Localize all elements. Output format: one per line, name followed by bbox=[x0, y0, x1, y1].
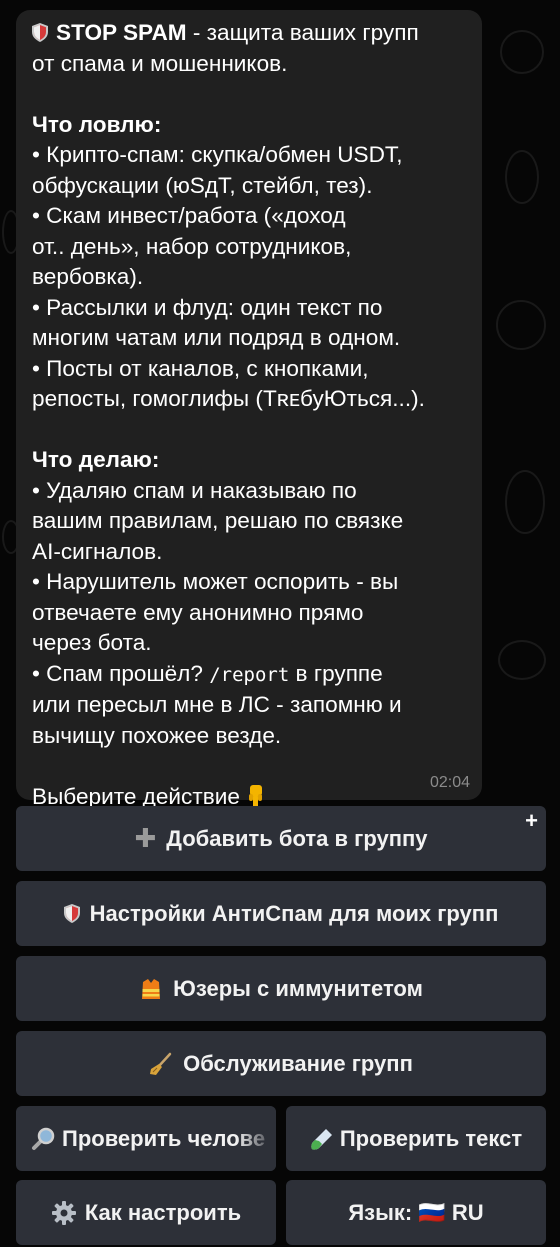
magnifier-icon bbox=[32, 1127, 55, 1150]
bot-name: STOP SPAM bbox=[56, 20, 187, 45]
antispam-settings-label: Настройки АнтиСпам для моих групп bbox=[89, 900, 499, 926]
catch-line: • Рассылки и флуд: один текст по bbox=[32, 294, 383, 320]
shield-icon bbox=[32, 23, 48, 42]
add-bot-label: Добавить бота в группу bbox=[166, 825, 428, 851]
catch-line: от.. день», набор сотрудников, bbox=[32, 233, 352, 259]
bot-message-bubble: STOP SPAM - защита ваших групп от спама … bbox=[16, 10, 482, 809]
background-doodle bbox=[500, 30, 544, 74]
catch-line: • Посты от каналов, с кнопками, bbox=[32, 355, 369, 381]
catch-line: репосты, гомоглифы (TʀᴇбуЮться...). bbox=[32, 386, 425, 411]
broom-icon bbox=[150, 1052, 172, 1075]
group-maintenance-label: Обслуживание групп bbox=[183, 1050, 413, 1076]
check-user-button[interactable]: Проверить челове bbox=[16, 1106, 276, 1171]
check-text-button[interactable]: Проверить текст bbox=[286, 1106, 546, 1171]
do-line: • Спам прошёл? bbox=[32, 660, 210, 686]
do-line: вычищу похожее везде. bbox=[32, 722, 282, 748]
how-to-setup-label: Как настроить bbox=[84, 1199, 242, 1225]
shield-icon bbox=[63, 904, 80, 923]
catch-line: обфускации (юSдT, стейбл, тез). bbox=[32, 172, 373, 198]
check-user-label: Проверить челове bbox=[62, 1125, 266, 1151]
background-doodle bbox=[505, 150, 539, 204]
external-action-icon: + bbox=[525, 808, 538, 833]
do-line: или пересыл мне в ЛС - запомню и bbox=[32, 692, 402, 717]
catch-line: • Скам инвест/работа («доход bbox=[32, 203, 346, 228]
language-button[interactable]: Язык: 🇷🇺 RU bbox=[286, 1180, 546, 1245]
choose-action-text: Выберите действие bbox=[32, 783, 240, 809]
safety-vest-icon bbox=[142, 978, 161, 999]
add-bot-to-group-button[interactable]: ✚ Добавить бота в группу + bbox=[16, 806, 546, 871]
pointing-down-icon bbox=[248, 784, 262, 809]
immune-users-button[interactable]: Юзеры с иммунитетом bbox=[16, 956, 546, 1021]
catch-line: многим чатам или подряд в одном. bbox=[32, 325, 401, 350]
header-line-2: от спама и мошенников. bbox=[32, 50, 288, 76]
test-tube-icon bbox=[311, 1128, 332, 1150]
section-title-catch: Что ловлю: bbox=[32, 111, 162, 137]
do-line: • Нарушитель может оспорить - вы bbox=[32, 569, 399, 594]
message-time: 02:04 bbox=[429, 774, 470, 791]
group-maintenance-button[interactable]: Обслуживание групп bbox=[16, 1031, 546, 1096]
section-title-do: Что делаю: bbox=[32, 447, 160, 472]
check-text-label: Проверить текст bbox=[339, 1125, 523, 1151]
plus-icon: ✚ bbox=[134, 823, 157, 853]
background-doodle bbox=[496, 300, 546, 350]
do-line: отвечаете ему анонимно прямо bbox=[32, 599, 364, 625]
message-text: STOP SPAM - защита ваших групп от спама … bbox=[32, 18, 468, 812]
antispam-settings-button[interactable]: Настройки АнтиСпам для моих групп bbox=[16, 881, 546, 946]
language-label: Язык: 🇷🇺 RU bbox=[348, 1199, 484, 1225]
immune-users-label: Юзеры с иммунитетом bbox=[173, 975, 423, 1001]
do-line: вашим правилам, решаю по связке bbox=[32, 508, 404, 533]
background-doodle bbox=[498, 640, 546, 680]
background-doodle bbox=[505, 470, 545, 534]
do-line: • Удаляю спам и наказываю по bbox=[32, 477, 357, 503]
report-command[interactable]: /report bbox=[209, 664, 289, 686]
do-line: AI-сигналов. bbox=[32, 538, 163, 564]
header-text: - защита ваших групп bbox=[186, 20, 419, 45]
label-fade bbox=[236, 1106, 276, 1171]
gear-icon bbox=[51, 1200, 76, 1225]
how-to-setup-button[interactable]: Как настроить bbox=[16, 1180, 276, 1245]
do-line: в группе bbox=[289, 660, 383, 686]
catch-line: вербовка). bbox=[32, 264, 144, 289]
do-line: через бота. bbox=[32, 630, 152, 655]
catch-line: • Крипто-спам: скупка/обмен USDT, bbox=[32, 142, 403, 167]
